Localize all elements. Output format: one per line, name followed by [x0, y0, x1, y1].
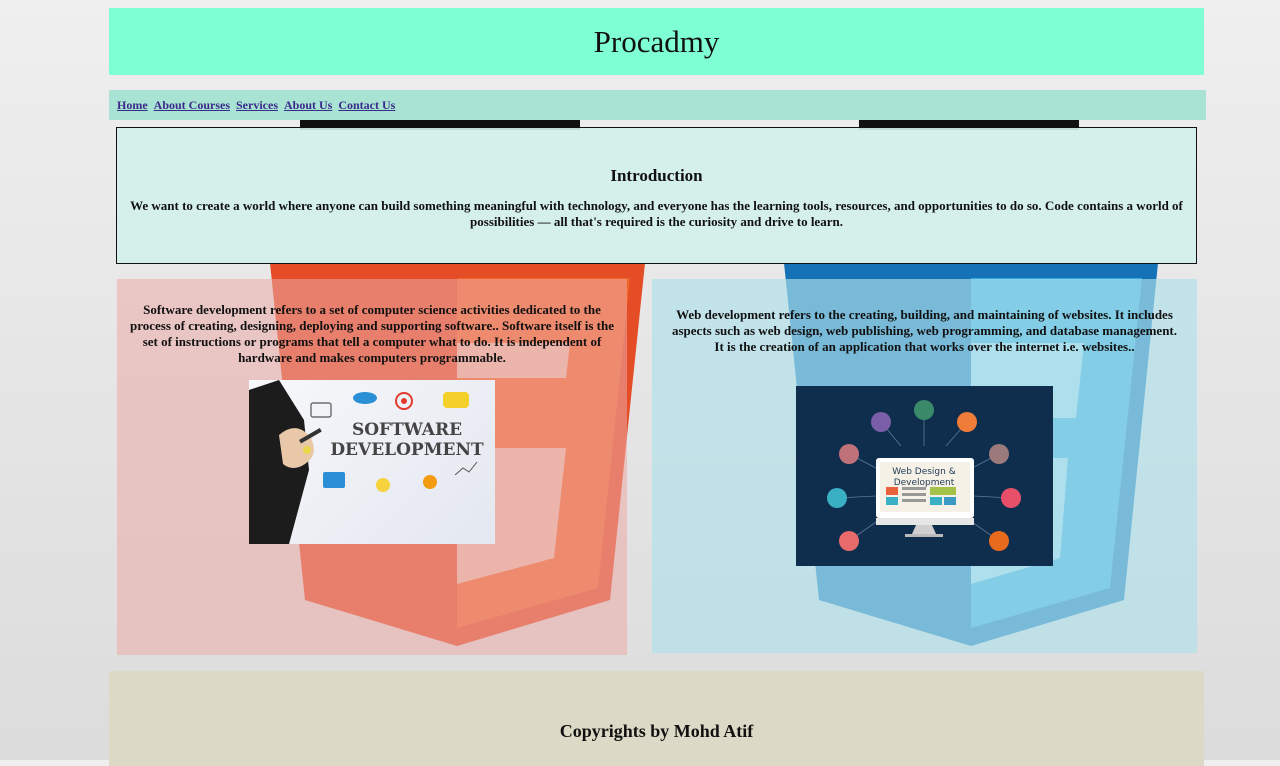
nav-link-about-us[interactable]: About Us	[284, 98, 332, 113]
web-development-card: Web development refers to the creating, …	[652, 279, 1197, 653]
introduction-heading: Introduction	[610, 166, 703, 185]
nav-link-contact-us[interactable]: Contact Us	[338, 98, 395, 113]
software-development-image: SOFTWARE DEVELOPMENT	[249, 380, 495, 544]
site-footer: Copyrights by Mohd Atif	[109, 671, 1204, 766]
site-title: Procadmy	[593, 23, 720, 59]
software-development-card: Software development refers to a set of …	[117, 279, 627, 655]
web-development-image: Web Design & Development	[796, 386, 1053, 566]
introduction-text: We want to create a world where anyone c…	[130, 198, 1183, 229]
software-development-text: Software development refers to a set of …	[129, 302, 615, 365]
software-development-image-line1: SOFTWARE	[352, 420, 462, 440]
introduction-section: Introduction We want to create a world w…	[116, 127, 1197, 264]
nav-link-about-courses[interactable]: About Courses	[154, 98, 230, 113]
web-development-text: Web development refers to the creating, …	[671, 307, 1178, 354]
web-development-image-line1: Web Design &	[892, 467, 955, 477]
main-nav: Home About Courses Services About Us Con…	[109, 90, 1206, 120]
site-header: Procadmy	[109, 8, 1204, 75]
nav-link-home[interactable]: Home	[117, 98, 148, 113]
footer-copyright: Copyrights by Mohd Atif	[559, 721, 754, 741]
web-development-image-line2: Development	[894, 478, 955, 488]
nav-link-services[interactable]: Services	[236, 98, 278, 113]
software-development-image-line2: DEVELOPMENT	[330, 440, 484, 460]
